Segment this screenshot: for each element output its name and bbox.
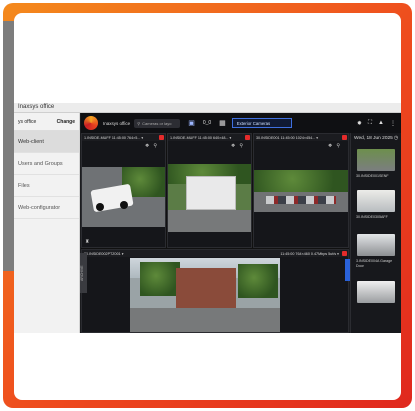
building bbox=[176, 268, 236, 308]
record-indicator[interactable] bbox=[245, 135, 250, 140]
camera-title: 1.INSIDE-MUFF 11:45:00 764×5... ▾ bbox=[84, 135, 144, 140]
record-indicator[interactable] bbox=[342, 251, 347, 256]
sidebar: ys office Change Web-client Users and Gr… bbox=[14, 113, 80, 333]
camera-image bbox=[168, 164, 251, 232]
road bbox=[130, 308, 280, 332]
camera-grid: 1.INSIDE-MUFF 11:45:00 764×5... ▾ ❖⚲ ♜ 1… bbox=[80, 133, 350, 333]
lock-icon[interactable]: ▲ bbox=[378, 120, 384, 127]
fullscreen-icon[interactable]: ⛶ bbox=[368, 120, 372, 127]
camera-tile-header: 1.INSIDE-MUFF 11:45:00 640×48... ▾ bbox=[168, 134, 251, 141]
event-thumbnail[interactable] bbox=[357, 281, 395, 303]
sidebar-item-web-client[interactable]: Web-client bbox=[14, 131, 79, 153]
site-name: Inaxsys office bbox=[103, 120, 131, 126]
camera-tools: ❖⚲ bbox=[145, 143, 161, 149]
event-label: 30.INSIDE0305AFF bbox=[356, 215, 388, 219]
record-indicator[interactable] bbox=[159, 135, 164, 140]
browser-title: Inaxsys office bbox=[18, 104, 55, 110]
sidebar-site-name: ys office bbox=[18, 118, 37, 125]
event-label: 30.INSIDE001SENF bbox=[356, 174, 389, 178]
layout-name-field[interactable]: Exterior Cameras bbox=[231, 118, 292, 128]
camera-image bbox=[82, 167, 165, 227]
vms-client: Inaxsys office ⚲ Cameras or layo ▣ 0_0 ▦… bbox=[80, 113, 401, 333]
camera-tile-2[interactable]: 1.INSIDE-MUFF 11:45:00 640×48... ▾ ❖⚲ bbox=[167, 133, 252, 248]
wheel bbox=[96, 203, 104, 211]
events-date: Wed, 18 Jun 2025 bbox=[354, 136, 393, 141]
camera-tile-header: 30.INSIDE002PTZ001 ▾ 11:45:00 764×460 0.… bbox=[82, 250, 348, 257]
camera-title: 30.INSIDE001 11:45:00 1024×454... ▾ bbox=[256, 135, 319, 140]
wheel bbox=[120, 201, 128, 209]
camera-image bbox=[130, 258, 280, 332]
frame-inner: Inaxsys office ys office Change Web-clie… bbox=[14, 13, 401, 400]
more-icon[interactable]: ⋮ bbox=[390, 120, 396, 127]
trees bbox=[140, 262, 180, 296]
road bbox=[168, 210, 251, 232]
zoom-icon[interactable]: ⚲ bbox=[336, 143, 344, 149]
camera-mode-icon[interactable]: ♜ bbox=[85, 239, 89, 245]
camera-tile-4[interactable]: 30.INSIDE002PTZ001 ▾ 11:45:00 764×460 0.… bbox=[81, 249, 349, 333]
app-logo-icon[interactable] bbox=[84, 116, 98, 130]
change-site-button[interactable]: Change bbox=[57, 119, 75, 125]
camera-title: 30.INSIDE002PTZ001 ▾ bbox=[84, 251, 124, 256]
sidebar-header: ys office Change bbox=[14, 113, 79, 131]
sidebar-item-users-and-groups[interactable]: Users and Groups bbox=[14, 153, 79, 175]
event-thumbnail[interactable] bbox=[357, 190, 395, 212]
network-icon[interactable]: 0_0 bbox=[203, 120, 211, 126]
camera-stats: 11:45:00 764×460 0.47Mbps 5ut/s ▾ bbox=[280, 251, 339, 256]
sidebar-item-files[interactable]: Files bbox=[14, 175, 79, 197]
record-indicator[interactable] bbox=[342, 135, 347, 140]
search-icon: ⚲ bbox=[137, 120, 141, 126]
zoom-icon[interactable]: ⚲ bbox=[239, 143, 247, 149]
parked-cars bbox=[266, 196, 336, 204]
app-screenshot: Inaxsys office ys office Change Web-clie… bbox=[14, 103, 401, 333]
camera-tile-1[interactable]: 1.INSIDE-MUFF 11:45:00 764×5... ▾ ❖⚲ ♜ bbox=[81, 133, 166, 248]
sidebar-item-web-configurator[interactable]: Web-configurator bbox=[14, 197, 79, 219]
truck bbox=[186, 176, 236, 210]
camera-image bbox=[254, 170, 348, 212]
zoom-icon[interactable]: ⚲ bbox=[153, 143, 161, 149]
camera-tile-header: 1.INSIDE-MUFF 11:45:00 764×5... ▾ bbox=[82, 134, 165, 141]
top-toolbar: Inaxsys office ⚲ Cameras or layo ▣ 0_0 ▦… bbox=[81, 113, 401, 133]
left-gray-strip bbox=[3, 21, 14, 271]
camera-tile-header: 30.INSIDE001 11:45:00 1024×454... ▾ bbox=[254, 134, 348, 141]
event-thumbnail[interactable] bbox=[357, 149, 395, 171]
camera-search-input[interactable]: ⚲ Cameras or layo bbox=[134, 118, 181, 128]
camera-title: 1.INSIDE-MUFF 11:45:00 640×48... ▾ bbox=[170, 135, 232, 140]
outer-frame: Inaxsys office ys office Change Web-clie… bbox=[3, 3, 412, 408]
camera-tile-3[interactable]: 30.INSIDE001 11:45:00 1024×454... ▾ ❖⚲ bbox=[253, 133, 349, 248]
layout-icon[interactable]: ▦ bbox=[219, 119, 226, 127]
events-panel: Wed, 18 Jun 2025 ◷ 30.INSIDE001SENF 30.I… bbox=[350, 133, 401, 333]
search-placeholder: Cameras or layo bbox=[142, 120, 172, 126]
event-thumbnail[interactable] bbox=[357, 234, 395, 256]
toolbar-right: ✸ ⛶ ▲ ⋮ bbox=[357, 120, 401, 127]
archive-side-tab[interactable]: ARCHIVE bbox=[80, 253, 87, 293]
events-date-row: Wed, 18 Jun 2025 ◷ bbox=[351, 133, 401, 144]
share-icon[interactable]: ✸ bbox=[357, 120, 362, 127]
camera-tools: ❖⚲ bbox=[231, 143, 247, 149]
layout-counter: 0_0 bbox=[202, 120, 212, 126]
camera-tools: ❖⚲ bbox=[328, 143, 344, 149]
display-icon[interactable]: ▣ bbox=[188, 119, 195, 127]
browser-bar: Inaxsys office bbox=[14, 103, 401, 113]
trees bbox=[238, 264, 278, 298]
clock-icon[interactable]: ◷ bbox=[394, 136, 398, 141]
event-label: 3.INSIDE004A Garage Door bbox=[356, 259, 393, 268]
trees bbox=[254, 170, 348, 192]
